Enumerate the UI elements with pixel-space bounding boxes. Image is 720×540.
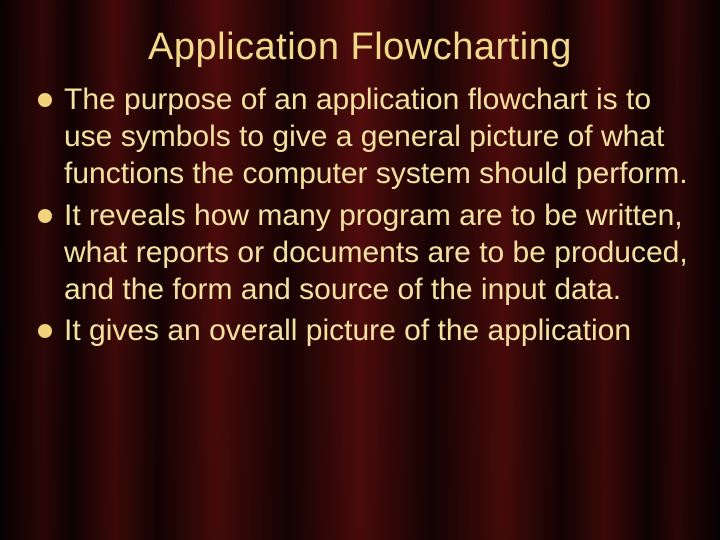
bullet-text: It reveals how many program are to be wr… <box>64 199 688 306</box>
bullet-text: It gives an overall picture of the appli… <box>64 314 631 347</box>
bullet-item: It gives an overall picture of the appli… <box>38 312 688 349</box>
bullet-item: The purpose of an application flowchart … <box>38 81 688 193</box>
bullet-text: The purpose of an application flowchart … <box>64 83 688 190</box>
slide: Application Flowcharting The purpose of … <box>0 0 720 540</box>
slide-title: Application Flowcharting <box>0 0 720 77</box>
slide-body: The purpose of an application flowchart … <box>0 77 720 349</box>
bullet-item: It reveals how many program are to be wr… <box>38 197 688 309</box>
